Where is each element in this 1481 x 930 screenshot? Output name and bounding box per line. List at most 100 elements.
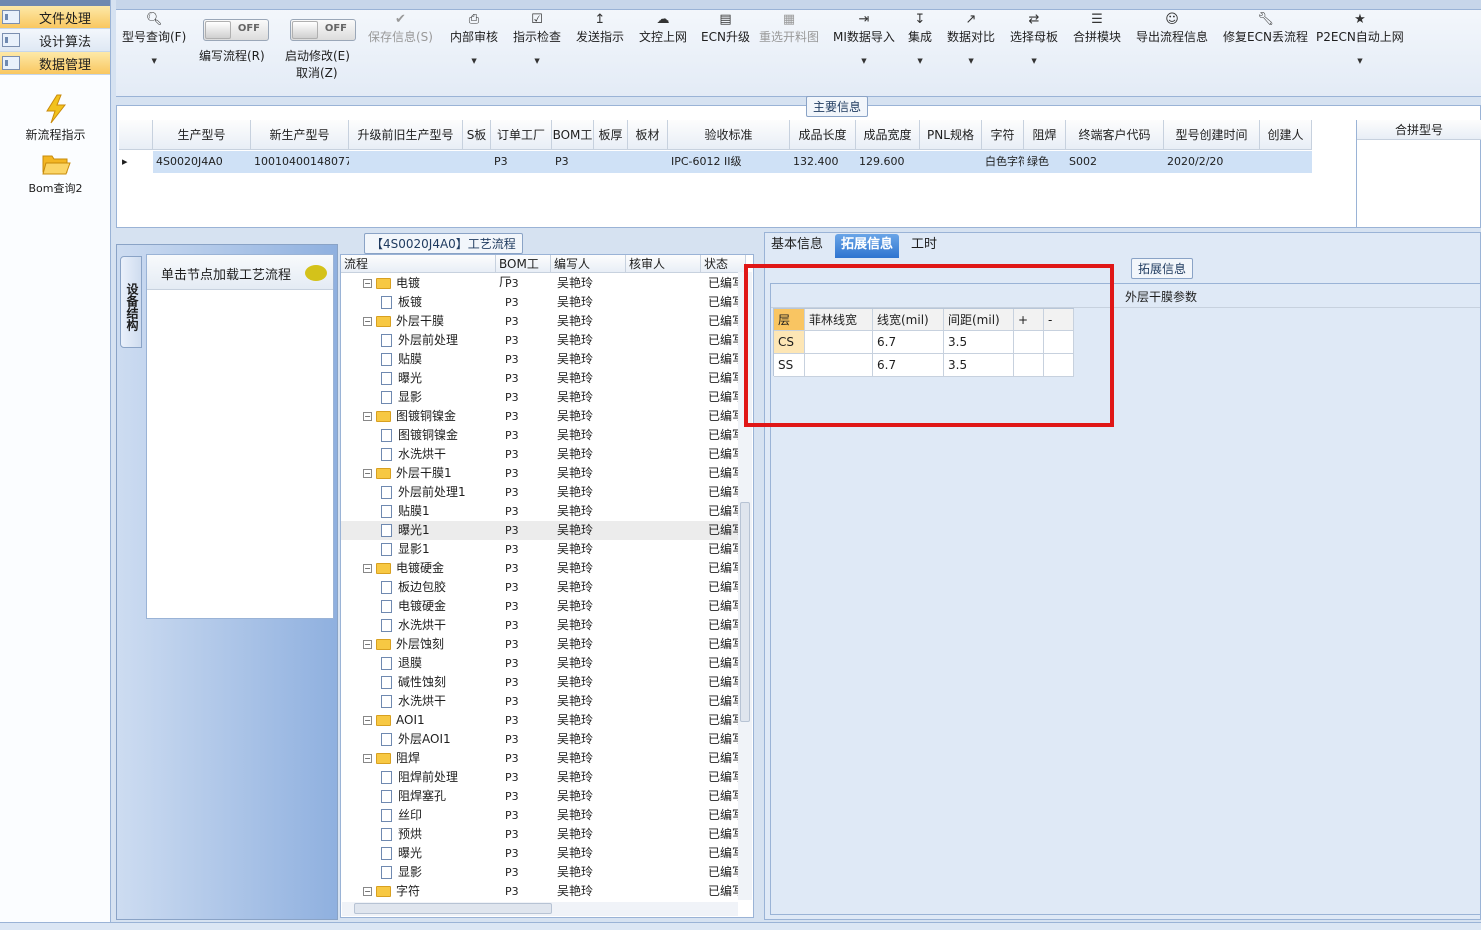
- flow-tree-node[interactable]: 显影1 P3 吴艳玲 已编写: [341, 540, 741, 559]
- flow-tree-node[interactable]: − 外层干膜 P3 吴艳玲 已编写: [341, 312, 741, 331]
- nav-item[interactable]: 设计算法: [0, 29, 110, 52]
- collapse-icon[interactable]: −: [363, 564, 372, 573]
- shortcut-bom-query2[interactable]: Bom查询2: [0, 152, 111, 196]
- table-cell[interactable]: [628, 151, 668, 173]
- ecn-upgrade-button[interactable]: ▤ ECN升级: [701, 12, 750, 45]
- column-header[interactable]: 订单工厂: [491, 120, 552, 150]
- flow-tree-node[interactable]: − 外层蚀刻 P3 吴艳玲 已编写: [341, 635, 741, 654]
- column-header[interactable]: 升级前旧生产型号: [349, 120, 463, 150]
- dropdown-arrow-icon[interactable]: ▼: [450, 57, 498, 65]
- flow-tree-node[interactable]: − 外层干膜1 P3 吴艳玲 已编写: [341, 464, 741, 483]
- export-flow-button[interactable]: ☺ 导出流程信息: [1136, 12, 1208, 45]
- column-header[interactable]: 板厚: [594, 120, 628, 150]
- table-cell[interactable]: 2020/2/20: [1164, 151, 1260, 173]
- column-header[interactable]: 型号创建时间: [1164, 120, 1260, 150]
- collapse-icon[interactable]: −: [363, 640, 372, 649]
- column-header[interactable]: 阻焊: [1024, 120, 1066, 150]
- column-header[interactable]: 生产型号: [153, 120, 251, 150]
- column-header[interactable]: 板材: [628, 120, 668, 150]
- doc-online-button[interactable]: ☁ 文控上网: [639, 12, 687, 45]
- dropdown-arrow-icon[interactable]: ▼: [122, 57, 186, 65]
- column-header[interactable]: 状态: [701, 255, 746, 273]
- column-header[interactable]: 成品宽度: [856, 120, 920, 150]
- table-cell[interactable]: P3: [552, 151, 594, 173]
- table-cell[interactable]: P3: [491, 151, 552, 173]
- table-cell[interactable]: [920, 151, 982, 173]
- collapse-icon[interactable]: −: [363, 279, 372, 288]
- collapse-icon[interactable]: −: [363, 469, 372, 478]
- reselect-image-button[interactable]: ▦ 重选开料图: [759, 12, 819, 45]
- column-header[interactable]: 流程: [341, 255, 496, 273]
- nav-item[interactable]: 文件处理: [0, 6, 110, 29]
- column-header[interactable]: BOM工厂: [496, 255, 551, 289]
- scroll-thumb[interactable]: [354, 903, 552, 914]
- column-header[interactable]: PNL规格: [920, 120, 982, 150]
- table-cell[interactable]: IPC-6012 II级: [668, 151, 790, 173]
- flow-tree-horizontal-scrollbar[interactable]: [342, 902, 738, 916]
- flow-tree-node[interactable]: 水洗烘干 P3 吴艳玲 已编写: [341, 445, 741, 464]
- table-cell[interactable]: 132.400: [790, 151, 856, 173]
- flow-tree-node[interactable]: 退膜 P3 吴艳玲 已编写: [341, 654, 741, 673]
- column-header[interactable]: S板: [463, 120, 491, 150]
- flow-tree-node[interactable]: 曝光 P3 吴艳玲 已编写: [341, 369, 741, 388]
- merge-module-button[interactable]: ☰ 合拼模块: [1073, 12, 1121, 45]
- table-cell[interactable]: 绿色: [1024, 151, 1066, 173]
- flow-tree-node[interactable]: 预烘 P3 吴艳玲 已编写: [341, 825, 741, 844]
- column-header[interactable]: BOM工厂: [552, 120, 594, 172]
- flow-tree-node[interactable]: 贴膜 P3 吴艳玲 已编写: [341, 350, 741, 369]
- collapse-icon[interactable]: −: [363, 716, 372, 725]
- dropdown-arrow-icon[interactable]: ▼: [833, 57, 895, 65]
- flow-tree-node[interactable]: 电镀硬金 P3 吴艳玲 已编写: [341, 597, 741, 616]
- table-cell[interactable]: [594, 151, 628, 173]
- flow-tree-node[interactable]: 碱性蚀刻 P3 吴艳玲 已编写: [341, 673, 741, 692]
- tab-basic-info[interactable]: 基本信息: [765, 234, 829, 258]
- flow-tree-node[interactable]: 水洗烘干 P3 吴艳玲 已编写: [341, 692, 741, 711]
- save-info-button[interactable]: ✔ 保存信息(S): [368, 12, 433, 45]
- dropdown-arrow-icon[interactable]: ▼: [513, 57, 561, 65]
- column-header[interactable]: 终端客户代码: [1066, 120, 1164, 150]
- flow-tree-node[interactable]: 显影 P3 吴艳玲 已编写: [341, 863, 741, 882]
- shortcut-new-flow-instruction[interactable]: 新流程指示: [0, 94, 111, 143]
- flow-tree-node[interactable]: 阻焊前处理 P3 吴艳玲 已编写: [341, 768, 741, 787]
- flow-tree-node[interactable]: 外层前处理1 P3 吴艳玲 已编写: [341, 483, 741, 502]
- comment-bubble-icon[interactable]: [305, 265, 327, 281]
- integrate-button[interactable]: ↧ 集成 ▼: [908, 12, 932, 65]
- flow-tree-node[interactable]: 阻焊塞孔 P3 吴艳玲 已编写: [341, 787, 741, 806]
- p2ecn-button[interactable]: ★ P2ECN自动上网 ▼: [1316, 12, 1404, 65]
- repair-ecn-button[interactable]: 🔧︎ 修复ECN丢流程: [1223, 12, 1308, 45]
- flow-tree-node[interactable]: 水洗烘干 P3 吴艳玲 已编写: [341, 616, 741, 635]
- flow-tree-node[interactable]: 图镀铜镍金 P3 吴艳玲 已编写: [341, 426, 741, 445]
- collapse-icon[interactable]: −: [363, 412, 372, 421]
- start-modify-toggle[interactable]: OFF: [290, 19, 356, 41]
- flow-tree-node[interactable]: − 阻焊 P3 吴艳玲 已编写: [341, 749, 741, 768]
- flow-tree[interactable]: 流程BOM工厂编写人核审人状态 −电镀P3吴艳玲已编写板镀P3吴艳玲已编写−外层…: [340, 254, 754, 918]
- flow-tree-node[interactable]: 显影 P3 吴艳玲 已编写: [341, 388, 741, 407]
- device-list[interactable]: 单击节点加载工艺流程: [146, 254, 334, 619]
- write-flow-toggle[interactable]: OFF: [203, 19, 269, 41]
- instruction-check-button[interactable]: ☑ 指示检查 ▼: [513, 12, 561, 65]
- select-master-button[interactable]: ⇄ 选择母板 ▼: [1010, 12, 1058, 65]
- flow-tree-node[interactable]: 曝光 P3 吴艳玲 已编写: [341, 844, 741, 863]
- table-cell[interactable]: 129.600: [856, 151, 920, 173]
- dropdown-arrow-icon[interactable]: ▼: [908, 57, 932, 65]
- column-header[interactable]: 字符: [982, 120, 1024, 150]
- flow-tree-node[interactable]: 丝印 P3 吴艳玲 已编写: [341, 806, 741, 825]
- model-query-button[interactable]: 🔍︎ 型号查询(F) ▼: [122, 12, 186, 65]
- internal-review-button[interactable]: ⎙ 内部审核 ▼: [450, 12, 498, 65]
- table-cell[interactable]: [463, 151, 491, 173]
- table-cell[interactable]: S002: [1066, 151, 1164, 173]
- table-cell[interactable]: 10010400148077: [251, 151, 349, 173]
- column-header[interactable]: 创建人: [1260, 120, 1312, 150]
- data-compare-button[interactable]: ↗ 数据对比 ▼: [947, 12, 995, 65]
- flow-tree-node[interactable]: − 图镀铜镍金 P3 吴艳玲 已编写: [341, 407, 741, 426]
- table-cell[interactable]: 4S0020J4A0: [153, 151, 251, 173]
- column-header[interactable]: 编写人: [551, 255, 626, 273]
- column-header[interactable]: 核审人: [626, 255, 701, 273]
- dropdown-arrow-icon[interactable]: ▼: [947, 57, 995, 65]
- dropdown-arrow-icon[interactable]: ▼: [1316, 57, 1404, 65]
- column-header[interactable]: 验收标准: [668, 120, 790, 150]
- scroll-thumb[interactable]: [740, 502, 750, 722]
- mi-import-button[interactable]: ⇥ MI数据导入 ▼: [833, 12, 895, 65]
- collapse-icon[interactable]: −: [363, 317, 372, 326]
- column-header[interactable]: 成品长度: [790, 120, 856, 150]
